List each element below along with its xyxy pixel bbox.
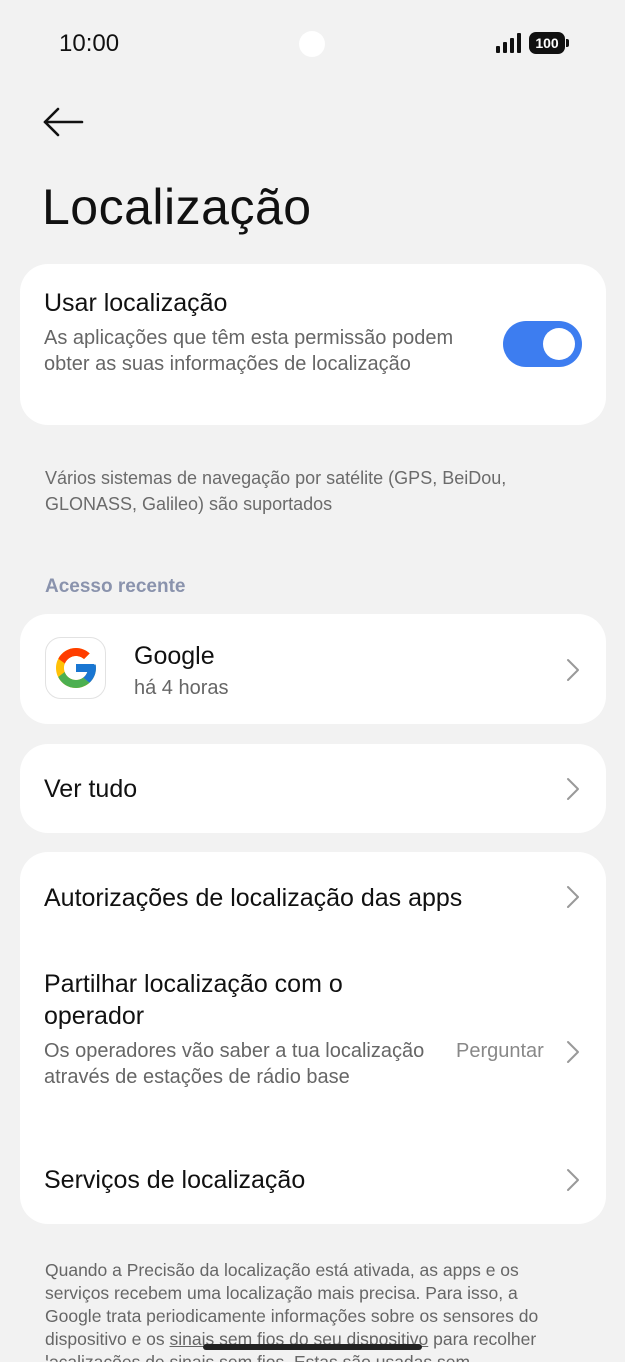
battery-icon: 100 (529, 32, 569, 54)
location-services-label: Serviços de localização (44, 1166, 306, 1194)
chevron-right-icon (567, 1169, 579, 1191)
chevron-right-icon (567, 886, 579, 908)
share-with-operator-description: Os operadores vão saber a tua localizaçã… (44, 1040, 425, 1088)
see-all-button[interactable]: Ver tudo (20, 744, 606, 833)
chevron-right-icon (567, 659, 579, 681)
recent-app-name: Google (134, 642, 215, 670)
gnss-note: Vários sistemas de navegação por satélit… (45, 468, 507, 514)
camera-cutout (299, 31, 325, 57)
share-with-operator-title: Partilhar localização com o operador (44, 970, 343, 1030)
google-logo-icon (45, 637, 106, 699)
page-title: Localização (42, 179, 312, 235)
share-with-operator-row[interactable]: Partilhar localização com o operador Os … (20, 968, 606, 1118)
chevron-right-icon (567, 1041, 579, 1063)
recent-app-google[interactable]: Google há 4 horas (20, 614, 606, 724)
use-location-card: Usar localização As aplicações que têm e… (20, 264, 606, 425)
screen: 10:00 100 Localização Usar localização A… (0, 0, 625, 1362)
see-all-label: Ver tudo (44, 775, 138, 803)
home-indicator[interactable] (203, 1344, 422, 1350)
share-with-operator-value: Perguntar (456, 1040, 544, 1062)
signal-icon (496, 33, 521, 53)
use-location-description: As aplicações que têm esta permissão pod… (44, 327, 454, 375)
recent-access-header: Acesso recente (45, 576, 186, 597)
app-permissions-row[interactable]: Autorizações de localização das apps (20, 852, 606, 947)
location-services-row[interactable]: Serviços de localização (20, 1142, 606, 1224)
status-time: 10:00 (59, 30, 120, 57)
toggle-knob (543, 328, 575, 360)
use-location-title: Usar localização (44, 289, 228, 317)
battery-level: 100 (535, 35, 559, 51)
status-bar: 10:00 100 (0, 0, 625, 90)
arrow-left-icon (43, 107, 84, 137)
recent-app-time: há 4 horas (134, 677, 229, 699)
location-settings-card: Autorizações de localização das apps Par… (20, 852, 606, 1224)
back-button[interactable] (38, 100, 88, 144)
app-permissions-label: Autorizações de localização das apps (44, 884, 463, 912)
use-location-toggle[interactable] (503, 321, 582, 367)
chevron-right-icon (567, 778, 579, 800)
